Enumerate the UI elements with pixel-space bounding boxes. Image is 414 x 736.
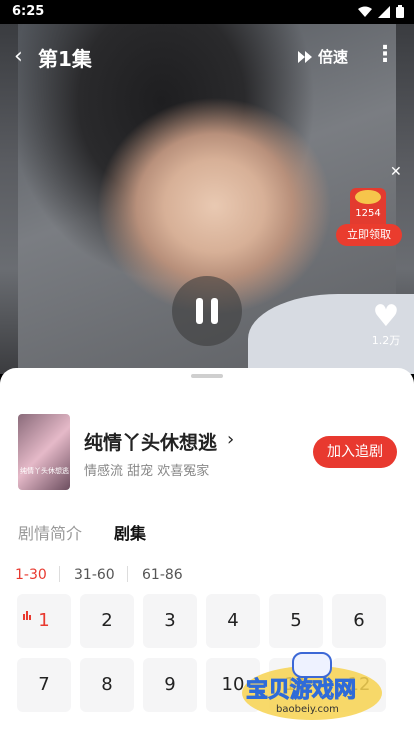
pause-icon-bar-left — [196, 298, 203, 324]
speed-button[interactable]: 倍速 — [298, 46, 348, 67]
episode-number: 7 — [38, 674, 50, 695]
episode-title: 第1集 — [38, 47, 92, 71]
watermark-text: 宝贝游戏网 — [245, 678, 357, 704]
player-top-bar: ‹ 第1集 倍速 ⋮ — [0, 34, 414, 78]
status-bar: 6:25 — [0, 0, 414, 24]
red-packet-promo[interactable]: 1254 立即领取 — [336, 186, 402, 248]
range-divider — [59, 566, 60, 582]
episode-number: 1 — [38, 610, 50, 631]
drama-title[interactable]: 纯情丫头休想逃 — [84, 428, 217, 455]
episode-cell[interactable]: 3 — [143, 594, 197, 648]
add-to-watchlist-button[interactable]: 加入追剧 — [313, 436, 397, 468]
range-61-86[interactable]: 61-86 — [142, 567, 183, 583]
episode-number: 5 — [290, 610, 302, 631]
episode-number: 4 — [227, 610, 239, 631]
episode-number: 9 — [164, 674, 176, 695]
wifi-icon — [358, 6, 372, 17]
range-31-60[interactable]: 31-60 — [74, 567, 115, 583]
more-options-icon[interactable]: ⋮ — [374, 42, 396, 67]
tab-episodes[interactable]: 剧集 — [114, 520, 146, 544]
range-1-30[interactable]: 1-30 — [15, 567, 47, 583]
episode-number: 6 — [353, 610, 365, 631]
signal-icon — [378, 5, 390, 18]
episode-cell[interactable]: 2 — [80, 594, 134, 648]
status-icons — [358, 5, 404, 18]
range-divider — [127, 566, 128, 582]
like-count: 1.2万 — [371, 334, 401, 347]
like-button[interactable]: ♥ 1.2万 — [368, 302, 404, 348]
speed-icon — [298, 50, 312, 63]
heart-icon: ♥ — [372, 299, 400, 334]
close-promo-icon[interactable]: ✕ — [390, 164, 402, 180]
speed-label: 倍速 — [318, 48, 349, 66]
promo-amount: 1254 — [355, 208, 381, 219]
episode-number: 8 — [101, 674, 113, 695]
pause-button[interactable] — [172, 276, 242, 346]
pause-icon-bar-right — [211, 298, 218, 324]
episode-cell[interactable]: 1 — [17, 594, 71, 648]
chevron-right-icon[interactable]: › — [227, 429, 234, 450]
drama-tags: 情感流 甜宠 欢喜冤家 — [84, 464, 210, 479]
drama-poster[interactable]: 纯情丫头休想逃 — [18, 414, 70, 490]
coin-icon — [355, 190, 381, 204]
battery-icon — [396, 5, 404, 18]
episode-cell[interactable]: 7 — [17, 658, 71, 712]
watermark-url: baobeiy.com — [276, 704, 339, 715]
episode-cell[interactable]: 9 — [143, 658, 197, 712]
episode-cell[interactable]: 8 — [80, 658, 134, 712]
tab-synopsis[interactable]: 剧情简介 — [18, 520, 82, 544]
playing-indicator-icon — [23, 588, 32, 642]
episode-number: 2 — [101, 610, 113, 631]
clock: 6:25 — [12, 4, 45, 19]
sheet-handle[interactable] — [191, 374, 223, 378]
claim-button[interactable]: 立即领取 — [336, 224, 402, 246]
poster-title: 纯情丫头休想逃 — [20, 467, 69, 475]
back-icon[interactable]: ‹ — [14, 44, 23, 69]
site-watermark: 宝贝游戏网 baobeiy.com — [236, 636, 386, 720]
episode-number: 3 — [164, 610, 176, 631]
